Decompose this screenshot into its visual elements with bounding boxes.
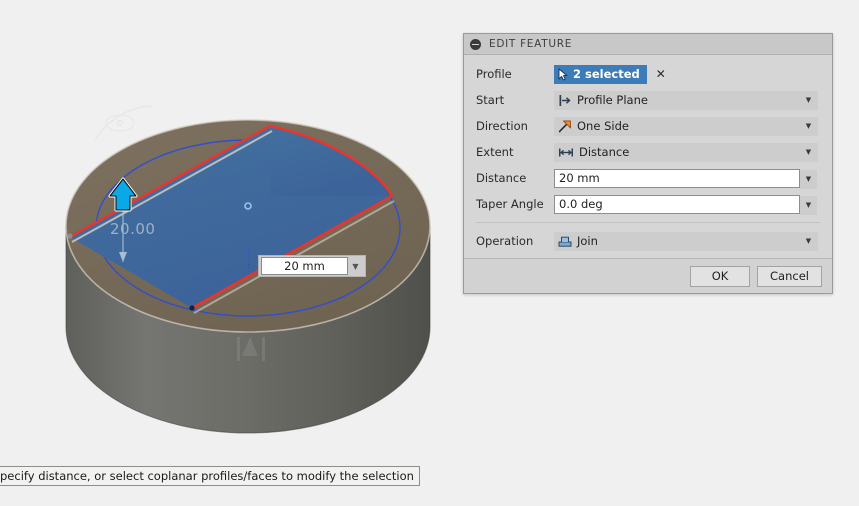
- chevron-down-icon[interactable]: ▼: [348, 262, 363, 271]
- chevron-down-icon[interactable]: ▼: [800, 169, 817, 189]
- direction-label: Direction: [476, 119, 528, 133]
- start-label: Start: [476, 93, 505, 107]
- dialog-footer: OK Cancel: [464, 258, 832, 293]
- profile-label: Profile: [476, 67, 512, 81]
- cursor-arrow-icon: [558, 68, 568, 80]
- distance-measure-icon: [559, 148, 573, 156]
- profile-selection-chip[interactable]: 2 selected: [554, 64, 647, 84]
- minus-circle-icon[interactable]: [470, 38, 481, 50]
- distance-label: Distance: [476, 171, 527, 185]
- extent-value: Distance: [579, 145, 630, 159]
- status-tooltip: pecify distance, or select coplanar prof…: [0, 466, 420, 486]
- row-distance: Distance 20 mm ▼: [464, 165, 832, 191]
- cancel-button[interactable]: Cancel: [757, 265, 822, 287]
- profile-selection-control[interactable]: 2 selected ✕: [554, 64, 818, 84]
- profile-selection-count: 2 selected: [573, 67, 640, 81]
- dialog-title: EDIT FEATURE: [489, 38, 573, 50]
- chevron-down-icon[interactable]: ▼: [800, 92, 817, 109]
- chevron-down-icon[interactable]: ▼: [800, 144, 817, 161]
- taper-angle-input[interactable]: 0.0 deg ▼: [554, 194, 817, 215]
- start-dropdown[interactable]: Profile Plane ▼: [554, 90, 818, 110]
- chevron-down-icon[interactable]: ▼: [800, 195, 817, 215]
- dialog-title-bar[interactable]: EDIT FEATURE: [464, 34, 832, 55]
- one-side-arrow-icon: [558, 120, 571, 132]
- profile-vertex: [189, 305, 195, 311]
- extent-label: Extent: [476, 145, 514, 159]
- row-profile: Profile 2 selected ✕: [464, 61, 832, 87]
- dialog-body: Profile 2 selected ✕ Start Profile Plane…: [464, 55, 832, 258]
- ghost-dimension-label: 20.00: [110, 220, 156, 238]
- taper-angle-value: 0.0 deg: [559, 197, 603, 211]
- direction-dropdown[interactable]: One Side ▼: [554, 116, 818, 136]
- operation-dropdown[interactable]: Join ▼: [554, 231, 818, 251]
- extent-dropdown[interactable]: Distance ▼: [554, 142, 818, 162]
- row-extent: Extent Distance ▼: [464, 139, 832, 165]
- edit-feature-dialog[interactable]: EDIT FEATURE Profile 2 selected ✕ Start: [463, 33, 833, 294]
- close-x-icon[interactable]: ✕: [656, 68, 666, 80]
- section-divider: [476, 222, 820, 223]
- start-value: Profile Plane: [577, 93, 648, 107]
- direction-value: One Side: [577, 119, 629, 133]
- profile-plane-icon: [559, 94, 571, 106]
- chevron-down-icon[interactable]: ▼: [800, 233, 817, 250]
- distance-input[interactable]: 20 mm ▼: [554, 168, 817, 189]
- operation-label: Operation: [476, 234, 534, 248]
- row-start: Start Profile Plane ▼: [464, 87, 832, 113]
- row-direction: Direction One Side ▼: [464, 113, 832, 139]
- inline-distance-value[interactable]: 20 mm: [261, 257, 348, 275]
- taper-angle-label: Taper Angle: [476, 197, 544, 211]
- operation-value: Join: [577, 234, 598, 248]
- ghost-sketch-icon: [94, 105, 153, 141]
- ok-button[interactable]: OK: [690, 265, 751, 287]
- row-taper-angle: Taper Angle 0.0 deg ▼: [464, 191, 832, 217]
- join-boolean-icon: [558, 236, 572, 247]
- inline-distance-input[interactable]: 20 mm ▼: [258, 255, 366, 277]
- chevron-down-icon[interactable]: ▼: [800, 118, 817, 135]
- profile-vertex: [67, 233, 73, 239]
- row-operation: Operation Join ▼: [464, 228, 832, 254]
- distance-value: 20 mm: [559, 171, 600, 185]
